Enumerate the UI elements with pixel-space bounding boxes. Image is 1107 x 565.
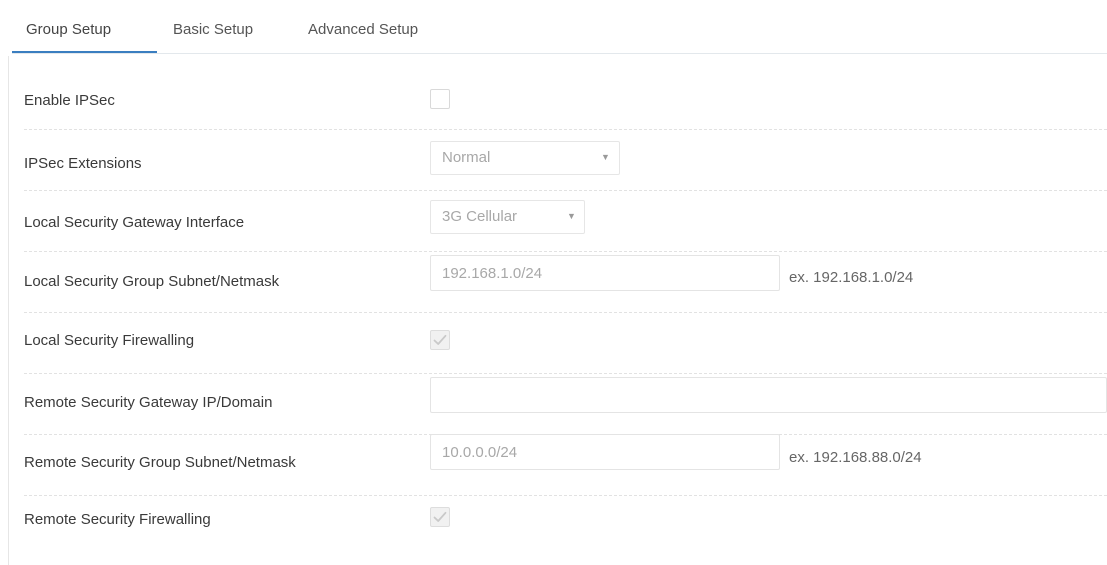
local-firewalling-row: Local Security Firewalling bbox=[24, 312, 1107, 374]
remote-firewalling-label: Remote Security Firewalling bbox=[24, 511, 211, 528]
local-gateway-interface-value: 3G Cellular bbox=[442, 208, 518, 225]
enable-ipsec-label: Enable IPSec bbox=[24, 92, 115, 109]
remote-gateway-row: Remote Security Gateway IP/Domain bbox=[24, 373, 1107, 435]
setup-tabs: Group Setup Basic Setup Advanced Setup bbox=[12, 0, 1107, 54]
local-subnet-row: Local Security Group Subnet/Netmask ex. … bbox=[24, 251, 1107, 313]
remote-firewalling-row: Remote Security Firewalling bbox=[24, 495, 1107, 556]
chevron-down-icon: ▼ bbox=[567, 211, 576, 221]
tab-basic-setup[interactable]: Basic Setup bbox=[173, 20, 253, 40]
remote-firewalling-checkbox[interactable] bbox=[430, 507, 450, 527]
local-firewalling-label: Local Security Firewalling bbox=[24, 332, 195, 349]
enable-ipsec-checkbox[interactable] bbox=[430, 89, 450, 109]
local-gateway-interface-select[interactable]: 3G Cellular ▼ bbox=[430, 200, 585, 234]
ipsec-extensions-select[interactable]: Normal ▼ bbox=[430, 141, 620, 175]
ipsec-extensions-row: IPSec Extensions Normal ▼ bbox=[24, 129, 1107, 191]
ipsec-extensions-label: IPSec Extensions bbox=[24, 155, 142, 172]
check-icon bbox=[433, 511, 447, 522]
local-subnet-input[interactable] bbox=[430, 255, 780, 291]
remote-subnet-row: Remote Security Group Subnet/Netmask ex.… bbox=[24, 434, 1107, 496]
content-left-border bbox=[8, 56, 9, 565]
local-gateway-interface-label: Local Security Gateway Interface bbox=[24, 214, 245, 231]
tab-group-setup[interactable]: Group Setup bbox=[26, 20, 111, 40]
local-subnet-label: Local Security Group Subnet/Netmask bbox=[24, 273, 280, 290]
check-icon bbox=[433, 334, 447, 345]
remote-subnet-hint: ex. 192.168.88.0/24 bbox=[789, 449, 922, 466]
local-firewalling-checkbox[interactable] bbox=[430, 330, 450, 350]
tab-advanced-setup[interactable]: Advanced Setup bbox=[308, 20, 418, 40]
local-subnet-hint: ex. 192.168.1.0/24 bbox=[789, 269, 914, 286]
local-gateway-interface-row: Local Security Gateway Interface 3G Cell… bbox=[24, 190, 1107, 252]
remote-subnet-label: Remote Security Group Subnet/Netmask bbox=[24, 454, 296, 471]
remote-gateway-label: Remote Security Gateway IP/Domain bbox=[24, 394, 273, 411]
remote-gateway-input[interactable] bbox=[430, 377, 1107, 413]
active-tab-indicator bbox=[12, 51, 157, 53]
remote-subnet-input[interactable] bbox=[430, 434, 780, 470]
ipsec-extensions-value: Normal bbox=[442, 149, 491, 166]
chevron-down-icon: ▼ bbox=[601, 152, 610, 162]
enable-ipsec-row: Enable IPSec bbox=[24, 68, 1107, 130]
